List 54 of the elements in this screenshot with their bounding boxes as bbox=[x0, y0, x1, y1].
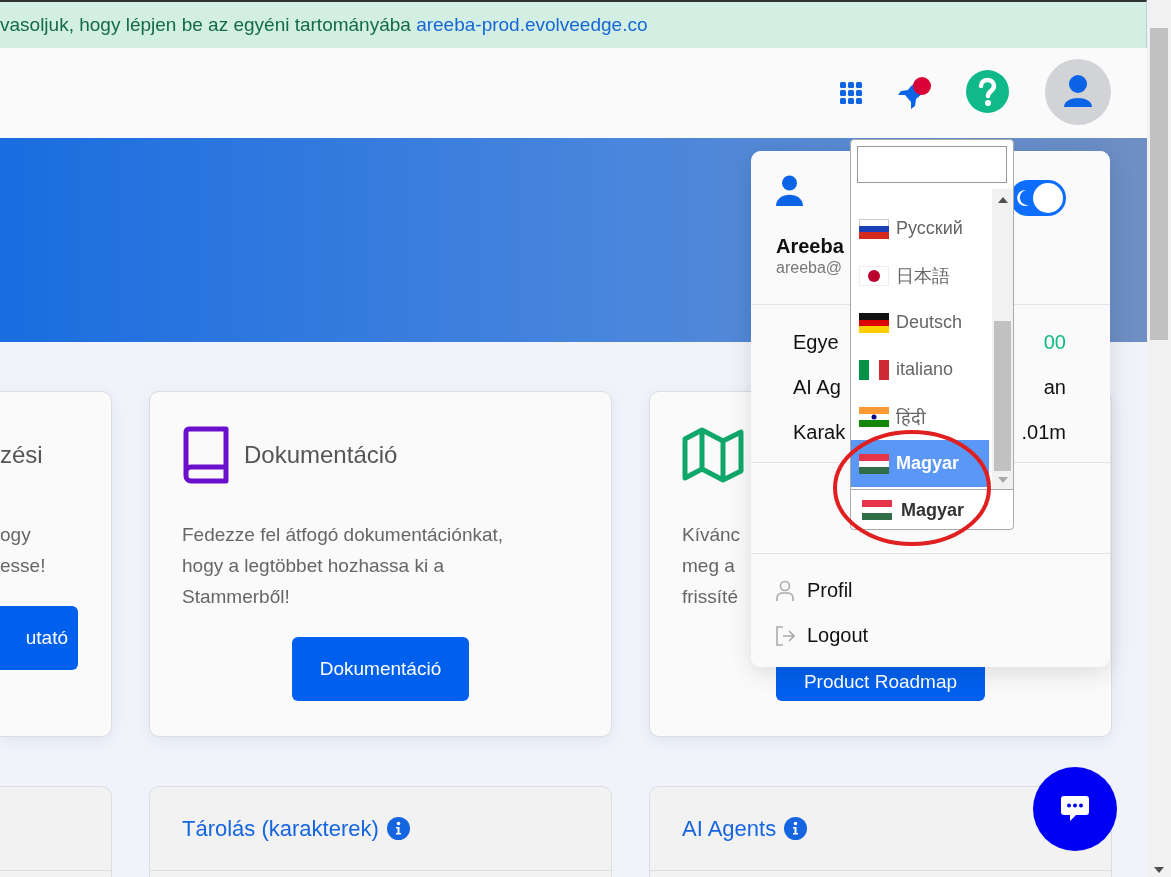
card-button[interactable]: Dokumentáció bbox=[291, 637, 470, 701]
person-icon bbox=[775, 579, 795, 602]
stat-value: 00 bbox=[1043, 331, 1066, 354]
card-description: meg a bbox=[682, 554, 735, 578]
language-option[interactable]: हिंदी bbox=[851, 393, 989, 440]
book-icon bbox=[182, 426, 230, 484]
card-button[interactable]: utató bbox=[0, 606, 78, 670]
flag-icon bbox=[862, 500, 892, 520]
stat-label: Karak bbox=[793, 421, 846, 444]
card-description: Fedezze fel átfogó dokumentációnkat, hogy a legtöbbet hozhassa ki a Stammerből! bbox=[182, 523, 505, 609]
flag-icon bbox=[859, 312, 889, 333]
chat-bubble-icon bbox=[1061, 796, 1089, 822]
domain-link[interactable]: areeba-prod.evolveedge.co bbox=[416, 14, 648, 35]
card-title: Tárolás (karakterek) bbox=[182, 815, 379, 842]
flag-icon bbox=[859, 406, 889, 427]
flag-icon bbox=[859, 453, 889, 474]
language-option[interactable]: Deutsch bbox=[851, 299, 989, 346]
language-option[interactable]: 日本語 bbox=[851, 252, 989, 299]
flag-icon bbox=[859, 265, 889, 286]
flag-icon bbox=[859, 359, 889, 380]
user-email: areeba@ bbox=[776, 258, 843, 278]
scroll-up-icon[interactable] bbox=[997, 197, 1008, 203]
user-name: Areeba bbox=[776, 235, 844, 257]
language-option[interactable]: Magyar bbox=[851, 440, 989, 487]
rocket-icon[interactable] bbox=[897, 76, 933, 110]
flag-icon bbox=[859, 218, 889, 239]
card-description: Kívánc bbox=[682, 523, 741, 547]
language-option[interactable]: italiano bbox=[851, 346, 989, 393]
user-icon bbox=[776, 175, 803, 207]
card-title: AI Agents bbox=[682, 815, 777, 842]
menu-item[interactable]: Profil bbox=[751, 568, 1110, 613]
stat-value: an bbox=[1043, 376, 1066, 399]
card-title: Dokumentáció bbox=[244, 441, 398, 469]
logout-icon bbox=[775, 624, 795, 647]
info-icon[interactable] bbox=[386, 817, 410, 840]
card-description: esse! bbox=[0, 554, 46, 578]
stat-label: Egye bbox=[793, 331, 839, 354]
moon-icon bbox=[1016, 189, 1030, 207]
apps-grid-icon[interactable] bbox=[840, 82, 862, 104]
stat-label: AI Ag bbox=[793, 376, 841, 399]
scrollbar-thumb[interactable] bbox=[1150, 28, 1168, 340]
avatar-button[interactable] bbox=[1045, 58, 1111, 128]
language-option[interactable]: Русский bbox=[851, 205, 989, 252]
map-icon bbox=[682, 427, 744, 483]
card-description: frissíté bbox=[682, 585, 738, 609]
card-title: zési bbox=[0, 441, 43, 469]
scroll-down-icon[interactable] bbox=[1154, 867, 1164, 873]
scrollbar-thumb[interactable] bbox=[994, 321, 1011, 471]
card-description: ogy bbox=[0, 523, 31, 547]
selected-language[interactable]: Magyar bbox=[851, 490, 1013, 529]
language-search-field[interactable] bbox=[857, 146, 1007, 183]
notice-text: vasoljuk, hogy lépjen be az egyéni tartományába areeba-prod.evolveedge.co bbox=[0, 13, 649, 37]
info-icon[interactable] bbox=[784, 817, 808, 840]
stat-value: .01m bbox=[1021, 421, 1066, 444]
